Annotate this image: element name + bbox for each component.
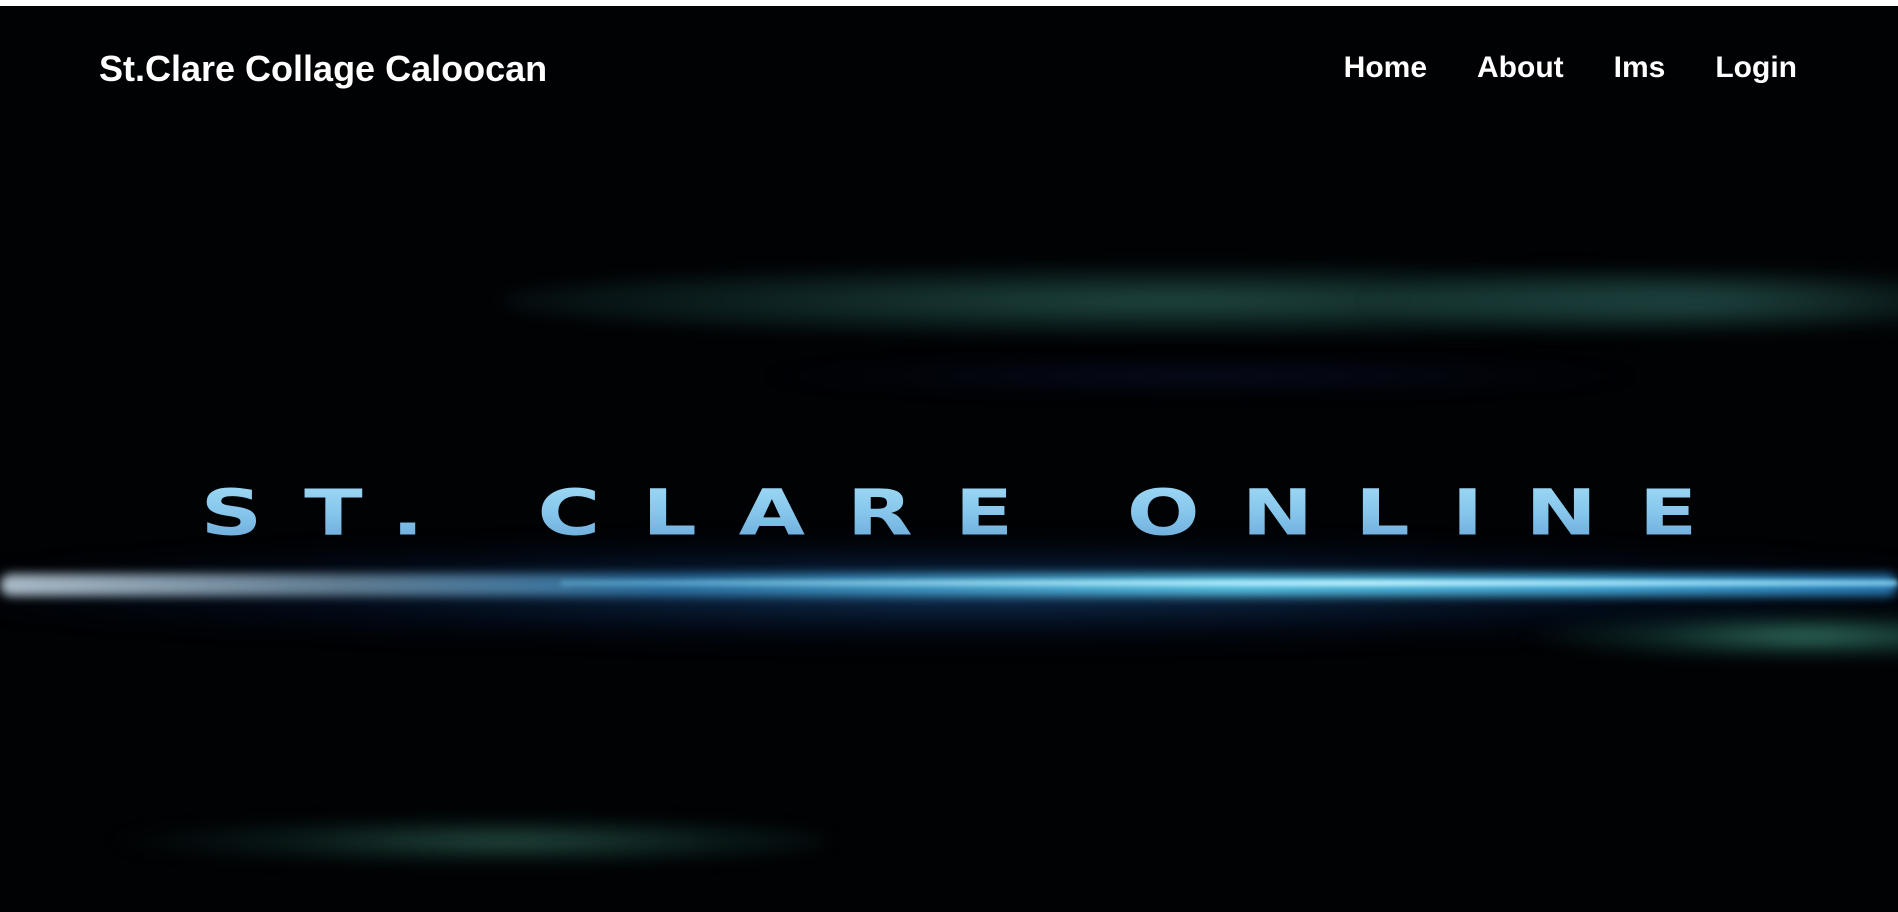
light-streak-top <box>500 261 1898 341</box>
nav-link-ims[interactable]: Ims <box>1614 51 1666 85</box>
light-streak-bottom-left <box>110 816 830 866</box>
hero-banner: ST. CLARE ONLINE <box>0 6 1898 912</box>
hero-title: ST. CLARE ONLINE <box>0 481 1898 545</box>
brand-link[interactable]: St.Clare Collage Caloocan <box>99 48 547 90</box>
nav-link-home[interactable]: Home <box>1344 51 1427 85</box>
light-streak-main-core <box>560 580 1898 586</box>
light-streak-top-right <box>1350 266 1898 336</box>
nav-link-login[interactable]: Login <box>1715 51 1797 85</box>
light-streak-main <box>0 574 1898 596</box>
nav-links: Home About Ims Login <box>1344 51 1797 85</box>
navbar: St.Clare Collage Caloocan Home About Ims… <box>0 6 1898 131</box>
light-streak-bottom-right <box>1520 612 1898 660</box>
nav-link-about[interactable]: About <box>1477 51 1564 85</box>
light-streak-faint <box>750 356 1650 396</box>
light-streak-main-glow <box>0 536 1898 646</box>
